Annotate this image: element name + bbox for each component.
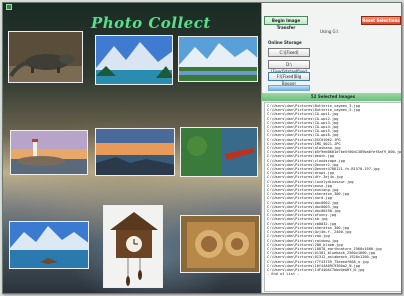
title-bar [3, 3, 261, 11]
photo-thumbnail[interactable] [9, 221, 89, 269]
photo-thumbnail[interactable] [8, 31, 83, 83]
canoe-photo-icon [181, 128, 257, 176]
drive-button-f[interactable]: F:\[Fixed]Big Booper [268, 72, 310, 86]
lizard-photo-icon [9, 32, 82, 82]
transfer-progress [268, 85, 310, 91]
reset-selections-button[interactable]: Reset Selections [361, 16, 401, 25]
list-item[interactable]: - End of List - [267, 272, 399, 276]
begin-transfer-button[interactable]: Begin Image Transfer [264, 16, 308, 30]
mountain-lake-photo-icon [10, 222, 88, 268]
photo-thumbnail[interactable] [95, 35, 173, 85]
app-title: Photo Collect [91, 14, 211, 32]
sunset-sea-photo-icon [96, 129, 174, 175]
cuckoo-clock-photo-icon [104, 206, 162, 287]
app-icon [6, 4, 12, 10]
ornate-machine-photo-icon [181, 216, 259, 272]
using-drive-label: Using G:\ [320, 29, 339, 34]
photo-gallery: Photo Collect [3, 3, 261, 293]
transfer-progress-fill [269, 86, 309, 90]
photo-thumbnail[interactable] [178, 36, 258, 82]
photo-thumbnail[interactable] [103, 205, 163, 288]
photo-thumbnail[interactable] [180, 127, 258, 177]
app-window: Photo Collect Begin Image Transfer Reset… [2, 2, 402, 294]
photo-thumbnail[interactable] [180, 215, 260, 273]
photo-thumbnail[interactable] [95, 128, 175, 176]
control-pane: Begin Image Transfer Reset Selections Us… [261, 3, 401, 293]
lighthouse-photo-icon [11, 131, 87, 174]
photo-thumbnail[interactable] [10, 130, 88, 175]
mountain-valley-photo-icon [179, 37, 257, 81]
drive-button-c[interactable]: C:\[Fixed] [268, 48, 310, 57]
mountain-lake-photo-icon [96, 36, 172, 84]
selected-count-bar: 52 Selected Images [262, 93, 401, 101]
selected-files-list[interactable]: C:\Users\dan\Pictures\Butterie_caymen_3.… [264, 102, 401, 292]
online-storage-label: Online Storage [268, 40, 302, 45]
drive-button-d[interactable]: D:\[Fixed]dataeIfixed [268, 60, 310, 74]
